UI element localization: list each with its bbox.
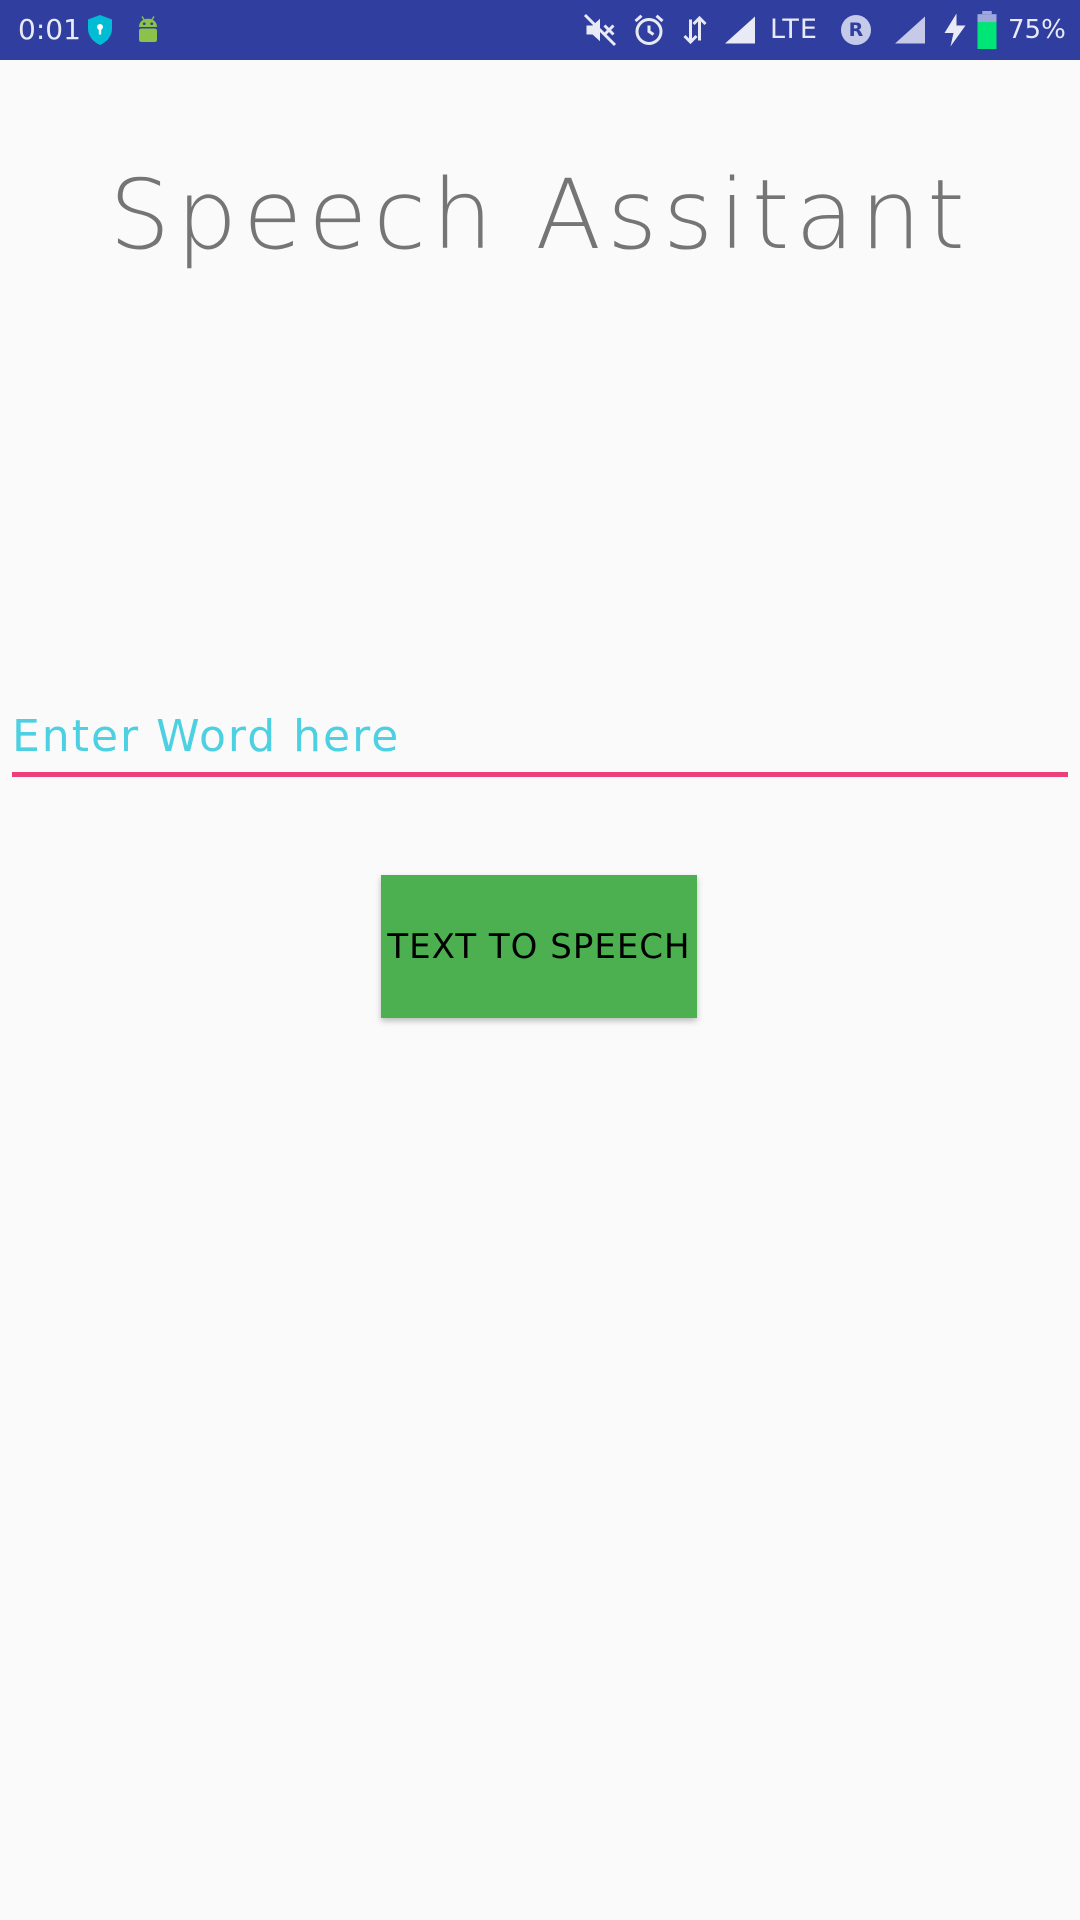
signal-icon xyxy=(722,12,758,48)
status-bar: 0:01 LTE R 75% xyxy=(0,0,1080,60)
android-debug-icon xyxy=(130,12,166,48)
status-time: 0:01 xyxy=(18,13,81,46)
data-arrows-icon xyxy=(677,12,713,48)
vpn-shield-icon xyxy=(82,12,118,48)
alarm-icon xyxy=(631,12,667,48)
network-type-label: LTE xyxy=(770,14,818,45)
battery-icon xyxy=(972,11,1002,49)
signal-roaming-icon xyxy=(892,12,928,48)
app-title: Speech Assitant xyxy=(109,159,971,271)
roaming-indicator: R xyxy=(841,15,871,45)
word-input[interactable] xyxy=(12,700,1068,777)
mute-icon xyxy=(582,12,618,48)
text-to-speech-button[interactable]: TEXT TO SPEECH xyxy=(381,875,697,1018)
battery-percentage: 75% xyxy=(1008,15,1066,45)
charging-bolt-icon xyxy=(940,12,970,48)
